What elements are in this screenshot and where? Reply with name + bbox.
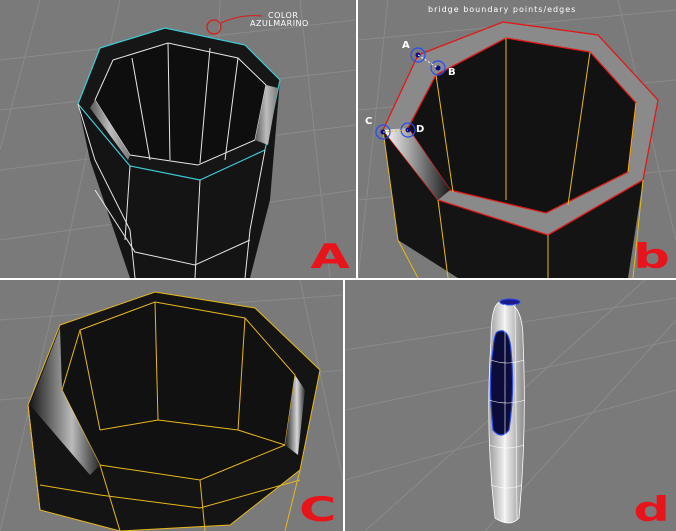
viewport-label-a: A xyxy=(310,237,350,277)
viewport-a[interactable]: COLOR AZULMARINO A xyxy=(0,0,356,278)
point-label-b: B xyxy=(448,67,456,78)
point-label-d: D xyxy=(416,124,425,135)
vase-opening xyxy=(489,330,514,436)
viewport-d-canvas xyxy=(345,280,676,531)
viewport-a-canvas xyxy=(0,0,356,278)
viewport-c-canvas xyxy=(0,280,343,531)
panel-b-title: bridge boundary points/edges xyxy=(428,5,577,14)
viewport-label-c: C xyxy=(299,490,336,530)
viewport-label-b: b xyxy=(632,237,670,277)
viewport-label-d: d xyxy=(632,490,670,530)
viewport-d[interactable]: d xyxy=(345,280,676,531)
viewport-b[interactable]: bridge boundary points/edges A B C D b xyxy=(358,0,676,278)
vase-top xyxy=(499,298,521,306)
annotation-color: COLOR AZULMARINO xyxy=(250,11,309,29)
viewport-c[interactable]: C xyxy=(0,280,343,531)
point-label-c: C xyxy=(365,116,373,127)
point-label-a: A xyxy=(402,40,410,51)
annotation-line2: AZULMARINO xyxy=(250,19,309,29)
